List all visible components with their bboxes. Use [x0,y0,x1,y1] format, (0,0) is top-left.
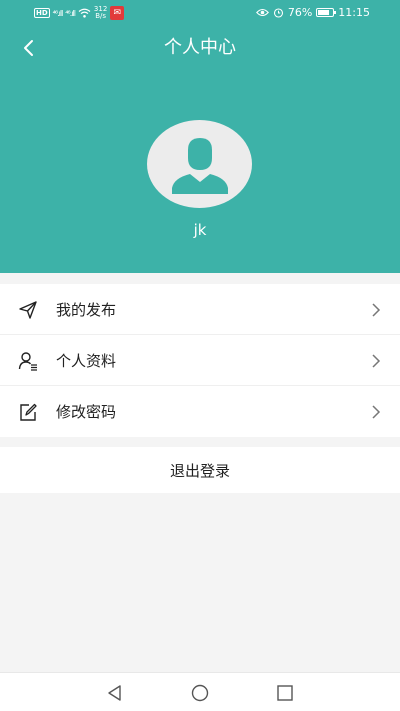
edit-icon [20,403,37,421]
user-silhouette-icon [171,138,228,194]
wifi-icon [78,8,91,18]
signal-icon: ⁴⁶.ıll [52,8,64,18]
menu-item-profile[interactable]: 个人资料 [0,335,400,386]
page-title: 个人中心 [164,37,236,58]
menu-item-label: 修改密码 [56,403,117,421]
username: jk [193,221,207,239]
status-right: 76% 11:15 [255,6,370,19]
menu-item-my-posts[interactable]: 我的发布 [0,284,400,335]
send-icon [19,301,37,319]
hd-badge: HD [34,8,50,18]
battery-icon [316,8,337,17]
signal-icon-2: ⁴⁶.ıll [65,8,76,18]
menu-list: 我的发布 个人资料 修改密码 [0,284,400,437]
menu-item-label: 个人资料 [56,351,117,370]
screen: HD ⁴⁶.ıll ⁴⁶.ıll 312 B/s ✉ 76% 11:15 个人中… [0,0,400,711]
battery-percent: 76% [287,6,313,19]
chevron-right-icon [372,405,381,419]
alarm-icon [273,8,283,18]
net-speed-unit: B/s [95,12,107,20]
chevron-right-icon [372,303,381,317]
status-bar: HD ⁴⁶.ıll ⁴⁶.ıll 312 B/s ✉ 76% 11:15 [0,0,400,26]
recents-square-icon[interactable] [275,683,295,703]
eye-icon [255,8,269,17]
chevron-right-icon [372,354,381,368]
profile-icon [18,352,37,371]
system-nav-bar [0,672,400,711]
profile-header: HD ⁴⁶.ıll ⁴⁶.ıll 312 B/s ✉ 76% 11:15 个人中… [0,0,400,273]
avatar[interactable] [147,120,252,208]
clock: 11:15 [338,6,370,19]
menu-item-change-password[interactable]: 修改密码 [0,386,400,437]
net-speed: 312 B/s [94,6,107,20]
back-triangle-icon[interactable] [105,683,125,703]
home-circle-icon[interactable] [190,683,210,703]
menu-item-label: 我的发布 [56,300,117,319]
logout-button[interactable]: 退出登录 [0,447,400,493]
app-notification-icon: ✉ [110,6,125,20]
status-left: HD ⁴⁶.ıll ⁴⁶.ıll 312 B/s ✉ [34,6,125,20]
